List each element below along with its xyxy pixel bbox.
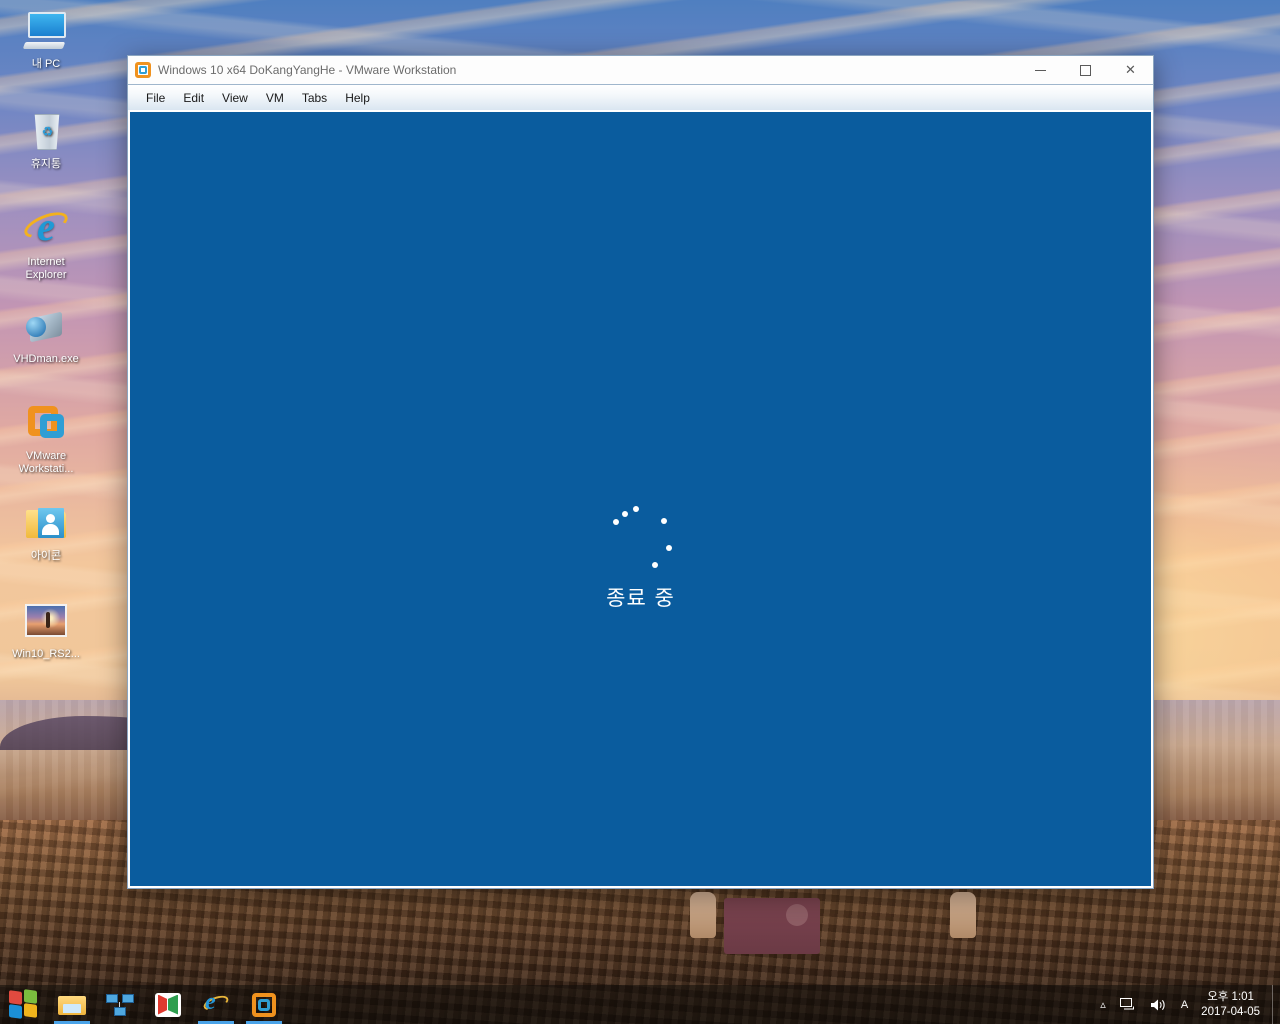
window-controls[interactable]: ✕: [1018, 56, 1153, 84]
folder-icon: [22, 500, 70, 548]
show-hidden-icons-button[interactable]: ▵: [1093, 985, 1113, 1024]
chevron-up-icon: ▵: [1100, 999, 1106, 1011]
vmware-workstation-window[interactable]: Windows 10 x64 DoKangYangHe - VMware Wor…: [127, 55, 1154, 889]
taskbar-item-vmware-workstation[interactable]: [240, 985, 288, 1024]
menu-item-view[interactable]: View: [213, 88, 257, 108]
wallpaper-figure-left: [690, 892, 716, 938]
menu-bar[interactable]: File Edit View VM Tabs Help: [128, 84, 1153, 110]
spinner-dot: [612, 519, 619, 526]
menu-item-vm[interactable]: VM: [257, 88, 293, 108]
wallpaper-suitcase: [724, 898, 820, 954]
desktop-icon-win10-rs2-image[interactable]: Win10_RS2...: [8, 598, 84, 661]
wallpaper-figure-right: [950, 892, 976, 938]
vmware-icon: [22, 400, 70, 448]
media-app-icon: [155, 992, 181, 1017]
guest-os-screen[interactable]: 종료 중: [130, 112, 1151, 886]
folder-icon: [58, 993, 86, 1017]
desktop-icon-label: 아이콘: [30, 550, 62, 562]
vhd-manager-icon: [22, 303, 70, 351]
volume-button[interactable]: [1143, 985, 1174, 1024]
network-tray-button[interactable]: [1113, 985, 1143, 1024]
close-icon: ✕: [1125, 62, 1136, 77]
window-titlebar[interactable]: Windows 10 x64 DoKangYangHe - VMware Wor…: [128, 56, 1153, 84]
desktop-icon-icon-folder[interactable]: 아이콘: [8, 500, 84, 563]
recycle-bin-icon: ♻: [22, 108, 70, 156]
desktop-icon-label: VMware Workstati...: [18, 450, 74, 475]
menu-item-file[interactable]: File: [137, 88, 174, 108]
minimize-button[interactable]: [1018, 56, 1063, 84]
maximize-button[interactable]: [1063, 56, 1108, 84]
clock-date: 2017-04-05: [1201, 1005, 1260, 1018]
menu-item-edit[interactable]: Edit: [174, 88, 213, 108]
desktop-icon-label: 내 PC: [31, 58, 61, 70]
spinner-dot: [661, 517, 668, 524]
network-icon: [106, 993, 134, 1017]
internet-explorer-icon: e: [201, 989, 231, 1018]
window-title: Windows 10 x64 DoKangYangHe - VMware Wor…: [158, 63, 457, 77]
maximize-icon: [1080, 64, 1091, 76]
shutdown-status-text: 종료 중: [606, 586, 675, 610]
vmware-logo-icon: [135, 62, 151, 78]
menu-item-help[interactable]: Help: [336, 88, 379, 108]
image-file-icon: [22, 598, 70, 646]
desktop-icon-label: Internet Explorer: [25, 256, 67, 281]
desktop-icon-vmware-workstation[interactable]: VMware Workstati...: [8, 400, 84, 476]
desktop[interactable]: 내 PC ♻ 휴지통 e Internet Explorer VHDman.ex…: [0, 0, 1280, 1024]
taskbar[interactable]: e ▵ A 오후 1:01 2017-04-05: [0, 985, 1280, 1024]
taskbar-item-internet-explorer[interactable]: e: [192, 985, 240, 1024]
desktop-icon-my-pc[interactable]: 내 PC: [8, 8, 84, 71]
desktop-icon-recycle-bin[interactable]: ♻ 휴지통: [8, 108, 84, 171]
volume-icon: [1150, 999, 1165, 1010]
desktop-icon-label: VHDman.exe: [13, 353, 79, 365]
spinner-dot: [666, 545, 673, 552]
show-desktop-button[interactable]: [1272, 985, 1280, 1024]
desktop-icon-internet-explorer[interactable]: e Internet Explorer: [8, 206, 84, 282]
taskbar-item-network-tool[interactable]: [96, 985, 144, 1024]
menu-item-tabs[interactable]: Tabs: [293, 88, 336, 108]
vmware-icon: [252, 992, 276, 1017]
monitor-icon: [22, 8, 70, 56]
close-button[interactable]: ✕: [1108, 56, 1153, 84]
desktop-icon-vhdman[interactable]: VHDman.exe: [8, 303, 84, 366]
spinner-dot: [651, 562, 658, 569]
network-tray-icon: [1119, 997, 1134, 1009]
windows-start-icon: [9, 988, 39, 1020]
spinner-dot: [621, 510, 628, 517]
system-tray[interactable]: ▵ A 오후 1:01 2017-04-05: [1093, 985, 1280, 1024]
spinner-dot: [633, 506, 640, 513]
ime-indicator[interactable]: A: [1174, 985, 1195, 1024]
desktop-icon-label: Win10_RS2...: [12, 648, 80, 660]
taskbar-item-media-app[interactable]: [144, 985, 192, 1024]
clock[interactable]: 오후 1:01 2017-04-05: [1195, 990, 1272, 1020]
internet-explorer-icon: e: [20, 206, 72, 254]
desktop-icon-label: 휴지통: [30, 158, 62, 170]
clock-time: 오후 1:01: [1207, 990, 1254, 1003]
taskbar-item-file-explorer[interactable]: [48, 985, 96, 1024]
start-button[interactable]: [0, 985, 48, 1024]
minimize-icon: [1035, 69, 1046, 71]
